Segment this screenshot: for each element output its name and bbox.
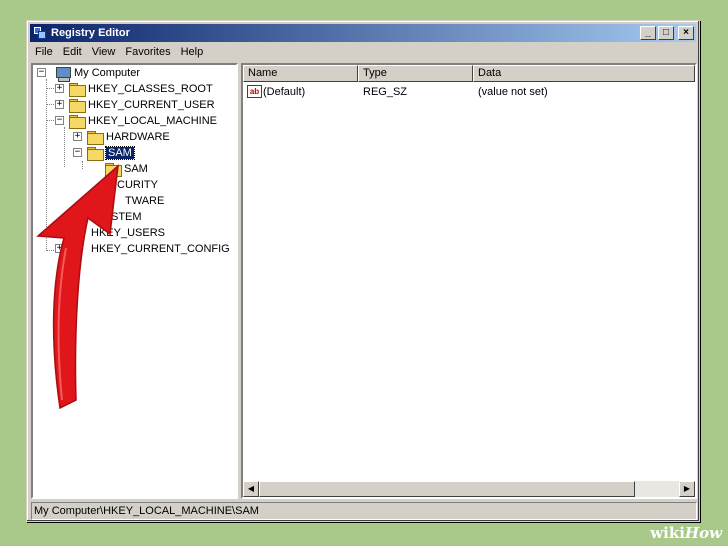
window-title: Registry Editor xyxy=(51,27,130,39)
open-folder-icon xyxy=(87,147,104,161)
collapse-toggle[interactable]: − xyxy=(73,148,82,157)
menu-view[interactable]: View xyxy=(87,46,121,58)
horizontal-scrollbar[interactable]: ◀ ▶ xyxy=(243,481,695,497)
menu-help[interactable]: Help xyxy=(176,46,209,58)
tree-item-hardware[interactable]: + HARDWARE xyxy=(73,129,170,145)
tree-item-label: My Computer xyxy=(74,67,141,79)
value-type: REG_SZ xyxy=(363,86,408,98)
tree-item-label: HARDWARE xyxy=(106,131,170,143)
list-item[interactable]: ab (Default) REG_SZ (value not set) xyxy=(243,84,695,100)
column-header-type[interactable]: Type xyxy=(358,65,473,82)
tree-item-label: HKEY_CURRENT_USER xyxy=(88,99,215,111)
menu-edit[interactable]: Edit xyxy=(58,46,87,58)
wikihow-watermark: wikiHow xyxy=(650,524,722,542)
close-button[interactable]: × xyxy=(678,26,694,40)
tree-item-sam-child[interactable]: SAM xyxy=(91,161,148,177)
computer-icon xyxy=(55,66,71,82)
values-list[interactable]: Name Type Data ab (Default) REG_SZ (valu… xyxy=(241,63,697,499)
expand-toggle[interactable]: + xyxy=(55,228,64,237)
string-value-icon: ab xyxy=(247,85,262,98)
tree-item-hkey-local-machine[interactable]: − HKEY_LOCAL_MACHINE xyxy=(55,113,217,129)
tree-item-hkey-current-user[interactable]: + HKEY_CURRENT_USER xyxy=(55,97,215,113)
expand-toggle[interactable]: + xyxy=(55,244,64,253)
column-header-data[interactable]: Data xyxy=(473,65,695,82)
tree-item-software[interactable]: TWARE xyxy=(73,193,164,209)
tree-item-sam-selected[interactable]: − SAM xyxy=(73,145,135,161)
status-bar: My Computer\HKEY_LOCAL_MACHINE\SAM xyxy=(31,502,697,520)
tree-item-label: HKEY_LOCAL_MACHINE xyxy=(88,115,217,127)
title-bar[interactable]: Registry Editor _ □ × xyxy=(30,24,696,42)
menu-file[interactable]: File xyxy=(30,46,58,58)
tree-item-label: HKEY_USERS xyxy=(91,227,165,239)
folder-icon xyxy=(69,83,86,97)
value-data: (value not set) xyxy=(478,86,548,98)
folder-icon xyxy=(87,131,104,145)
tree-item-security[interactable]: CURITY xyxy=(73,177,158,193)
scroll-left-button[interactable]: ◀ xyxy=(243,481,259,497)
tree-item-hkey-users[interactable]: + HKEY_USERS xyxy=(55,225,165,241)
tree-item-system[interactable]: STEM xyxy=(73,209,142,225)
tree-item-label: SAM xyxy=(105,146,135,160)
tree-item-label: CURITY xyxy=(117,179,158,191)
tree-item-label: STEM xyxy=(111,211,142,223)
tree-item-label: SAM xyxy=(124,163,148,175)
column-header-name[interactable]: Name xyxy=(243,65,358,82)
minimize-button[interactable]: _ xyxy=(640,26,656,40)
folder-icon xyxy=(105,163,122,177)
menu-favorites[interactable]: Favorites xyxy=(120,46,175,58)
registry-editor-icon xyxy=(33,26,47,40)
folder-icon xyxy=(69,99,86,113)
expand-toggle[interactable]: + xyxy=(55,84,64,93)
scroll-right-button[interactable]: ▶ xyxy=(679,481,695,497)
tree-item-label: TWARE xyxy=(125,195,165,207)
registry-editor-window: Registry Editor _ □ × File Edit View Fav… xyxy=(26,20,700,522)
registry-tree[interactable]: − My Computer + HKEY_CLASSES_ROOT + HKEY… xyxy=(31,63,238,499)
tree-item-my-computer[interactable]: − My Computer xyxy=(37,65,141,82)
expand-toggle[interactable]: + xyxy=(73,132,82,141)
tree-item-label: HKEY_CURRENT_CONFIG xyxy=(91,243,230,255)
expand-toggle[interactable]: + xyxy=(55,100,64,109)
value-name: (Default) xyxy=(263,86,306,98)
open-folder-icon xyxy=(69,115,86,129)
menu-bar: File Edit View Favorites Help xyxy=(30,43,696,61)
scroll-thumb[interactable] xyxy=(259,481,635,497)
tree-item-label: HKEY_CLASSES_ROOT xyxy=(88,83,213,95)
tree-item-hkey-classes-root[interactable]: + HKEY_CLASSES_ROOT xyxy=(55,81,213,97)
maximize-button[interactable]: □ xyxy=(658,26,674,40)
tree-item-hkey-current-config[interactable]: + HKEY_CURRENT_CONFIG xyxy=(55,241,230,257)
collapse-toggle[interactable]: − xyxy=(55,116,64,125)
collapse-toggle[interactable]: − xyxy=(37,68,46,77)
